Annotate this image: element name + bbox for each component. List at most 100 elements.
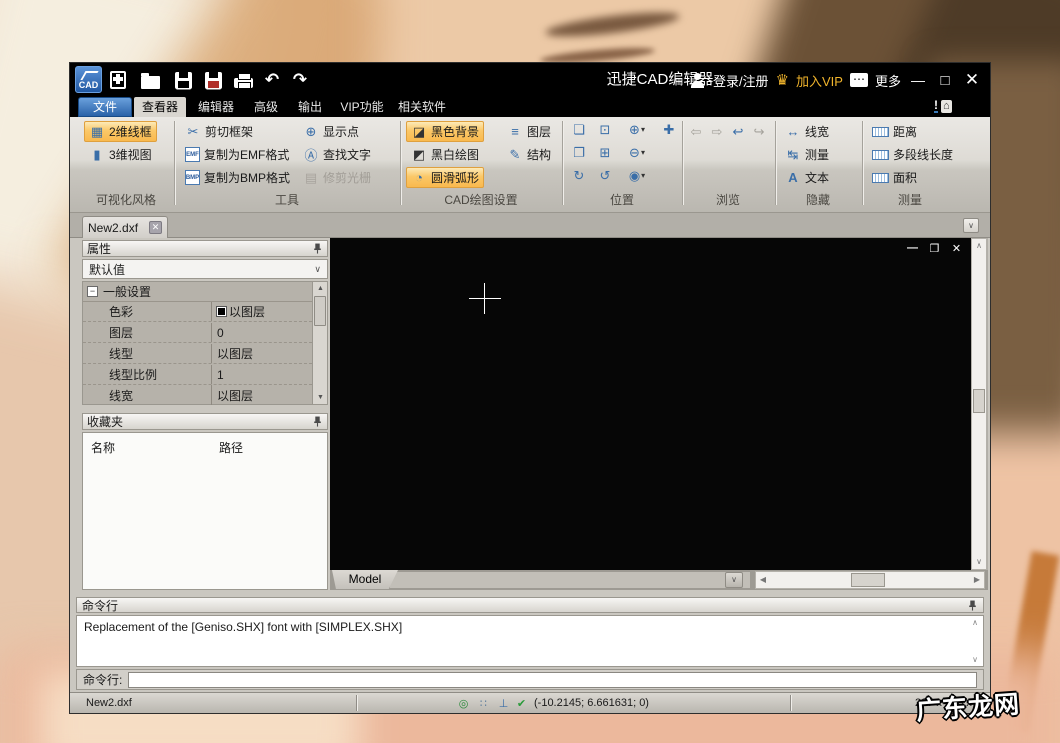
tab-editor[interactable]: 编辑器 <box>190 97 242 117</box>
command-log-line: Replacement of the [Geniso.SHX] font wit… <box>77 616 983 638</box>
drawing-canvas[interactable]: — ❐ ✕ <box>330 238 971 570</box>
command-pin-button[interactable] <box>966 599 978 611</box>
group-label-hide: 隐藏 <box>776 191 860 207</box>
scrollbar-thumb[interactable] <box>851 573 885 587</box>
btn-measure-polyline-length[interactable]: 多段线长度 <box>867 144 958 165</box>
scroll-down-icon[interactable]: ∨ <box>972 555 986 569</box>
ortho-toggle-icon[interactable]: ⊥ <box>495 695 512 711</box>
scroll-up-icon[interactable]: ∧ <box>972 239 986 253</box>
color-swatch <box>217 307 226 316</box>
orbit-button[interactable]: ◉▾ <box>620 165 654 186</box>
btn-find-text[interactable]: Ⓐ 查找文字 <box>298 144 376 165</box>
favorites-pin-button[interactable] <box>311 416 323 428</box>
properties-pin-button[interactable] <box>311 243 323 255</box>
preset-select[interactable]: 默认值 ∨ <box>82 259 328 279</box>
rotate-35-button[interactable]: ↻ <box>568 165 590 186</box>
maximize-button[interactable]: □ <box>935 72 955 89</box>
btn-2d-wireframe[interactable]: ▦ 2维线框 <box>84 121 157 142</box>
layout-dropdown-button[interactable]: ∨ <box>725 572 743 588</box>
btn-smooth-arc[interactable]: ◔ 圆滑弧形 <box>406 167 484 188</box>
collapse-ribbon-button[interactable]: ∨ <box>963 218 979 233</box>
view-undo-button[interactable]: ↩ <box>728 121 748 142</box>
btn-measure-distance[interactable]: 距离 <box>867 121 922 142</box>
sketch-toggle-icon[interactable]: ✔ <box>513 695 530 711</box>
redo-button[interactable]: ↷ <box>288 69 312 91</box>
scroll-right-icon[interactable]: ▶ <box>970 572 984 588</box>
btn-measure-area[interactable]: 面积 <box>867 167 922 188</box>
zoom-in-button[interactable]: ⊕▾ <box>620 119 654 140</box>
scroll-down-icon[interactable]: ∨ <box>969 655 981 664</box>
join-vip-button[interactable]: 加入VIP <box>796 71 843 90</box>
property-row-linetype-scale[interactable]: 线型比例 1 <box>83 365 312 385</box>
document-tab[interactable]: New2.dxf ✕ <box>82 216 168 238</box>
mdi-minimize-icon[interactable]: — <box>906 242 919 255</box>
new-file-button[interactable] <box>106 69 130 91</box>
command-input[interactable] <box>128 672 977 688</box>
pan-button[interactable]: ✚ <box>658 119 680 140</box>
scroll-left-icon[interactable]: ◀ <box>756 572 770 588</box>
tab-output[interactable]: 输出 <box>290 97 330 117</box>
command-log[interactable]: Replacement of the [Geniso.SHX] font wit… <box>76 615 984 667</box>
rotate-35-icon: ↻ <box>574 168 585 184</box>
open-file-button[interactable] <box>138 69 162 91</box>
zoom-window-button[interactable]: ⊡ <box>594 119 616 140</box>
undo-button[interactable]: ↶ <box>260 69 284 91</box>
zoom-extents-button[interactable]: ⊞ <box>594 142 616 163</box>
btn-hide-text[interactable]: A 文本 <box>780 167 834 188</box>
login-register-button[interactable]: 登录/注册 <box>713 71 769 90</box>
model-tab[interactable]: Model <box>332 570 398 589</box>
btn-hide-measure[interactable]: ↹ 测量 <box>780 144 834 165</box>
btn-copy-bmp[interactable]: BMP 复制为BMP格式 <box>180 167 295 188</box>
btn-label: 文本 <box>805 169 829 186</box>
tab-advanced[interactable]: 高级 <box>246 97 286 117</box>
app-logo-cad-icon[interactable]: CAD <box>75 66 102 93</box>
zoom-out-button[interactable]: ⊖▾ <box>620 142 654 163</box>
save-pdf-button[interactable] <box>201 69 225 91</box>
notification-indicator[interactable]: ! ⌂ <box>934 99 952 113</box>
mdi-restore-icon[interactable]: ❐ <box>928 242 941 255</box>
more-tools-icon[interactable]: ⋯ <box>850 73 868 87</box>
file-menu-button[interactable]: 文件 <box>78 97 132 117</box>
tab-viewer[interactable]: 查看器 <box>134 97 186 117</box>
favorites-list[interactable]: 名称 路径 <box>82 432 328 590</box>
btn-3d-view[interactable]: ▮ 3维视图 <box>84 144 157 165</box>
nav-back-icon: ⇦ <box>691 124 702 140</box>
btn-layers[interactable]: ≡ 图层 <box>502 121 556 142</box>
btn-bw-drawing[interactable]: ◩ 黑白绘图 <box>406 144 484 165</box>
property-row-linetype[interactable]: 线型 以图层 <box>83 344 312 364</box>
save-button[interactable] <box>171 69 195 91</box>
close-button[interactable]: ✕ <box>962 70 982 90</box>
copy-view2-button[interactable]: ❐ <box>568 142 590 163</box>
collapse-icon[interactable]: − <box>87 286 98 297</box>
minimize-button[interactable]: — <box>908 72 928 88</box>
scroll-up-icon[interactable]: ∧ <box>969 618 981 627</box>
scroll-down-icon[interactable]: ▼ <box>313 391 328 404</box>
scrollbar-thumb[interactable] <box>973 389 985 413</box>
grid-snap-toggle-icon[interactable]: ∷ <box>475 695 492 711</box>
property-row-lineweight[interactable]: 线宽 以图层 <box>83 385 312 405</box>
btn-structure[interactable]: ✎ 结构 <box>502 144 556 165</box>
property-row-layer[interactable]: 图层 0 <box>83 323 312 343</box>
tab-related-software[interactable]: 相关软件 <box>394 97 450 117</box>
canvas-horizontal-scrollbar[interactable]: ◀ ▶ <box>755 571 985 589</box>
copy-view2-icon: ❐ <box>573 145 585 161</box>
rotate-view-button[interactable]: ↺ <box>594 165 616 186</box>
property-row-color[interactable]: 色彩 以图层 <box>83 302 312 322</box>
tab-vip-features[interactable]: VIP功能 <box>334 97 390 117</box>
btn-black-background[interactable]: ◪ 黑色背景 <box>406 121 484 142</box>
print-button[interactable] <box>231 69 255 91</box>
scrollbar-thumb[interactable] <box>314 296 326 326</box>
copy-view-button[interactable]: ❏ <box>568 119 590 140</box>
mdi-close-icon[interactable]: ✕ <box>950 242 963 255</box>
canvas-vertical-scrollbar[interactable]: ∧ ∨ <box>971 238 987 570</box>
btn-clip-frame[interactable]: ✂ 剪切框架 <box>180 121 258 142</box>
btn-show-points[interactable]: ⊕ 显示点 <box>298 121 364 142</box>
btn-hide-linewidth[interactable]: ↔ 线宽 <box>780 121 834 142</box>
scroll-up-icon[interactable]: ▲ <box>313 282 328 295</box>
document-tab-close-icon[interactable]: ✕ <box>149 221 162 234</box>
properties-scrollbar[interactable]: ▲ ▼ <box>312 282 327 404</box>
btn-copy-emf[interactable]: EMF 复制为EMF格式 <box>180 144 294 165</box>
more-button[interactable]: 更多 <box>875 71 901 90</box>
category-general-settings[interactable]: − 一般设置 <box>83 282 312 302</box>
osnap-toggle-icon[interactable]: ◎ <box>455 695 472 711</box>
